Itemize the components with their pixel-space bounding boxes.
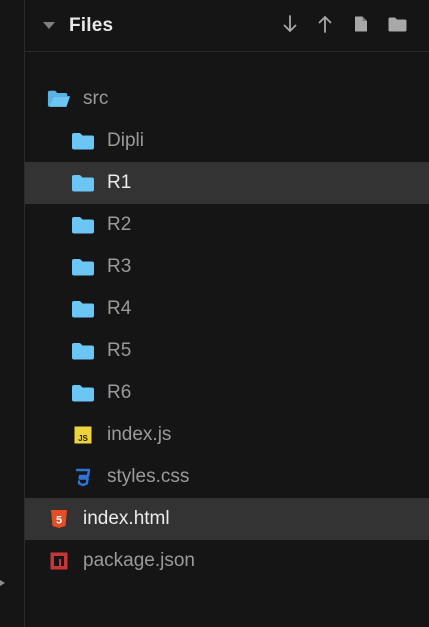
- tree-item-r3[interactable]: R3: [25, 246, 429, 288]
- download-icon: [283, 15, 297, 32]
- file-tree: src Dipli R1 R2 R3 R4 R5 R6 JS index.js …: [25, 78, 429, 582]
- tree-item-label: Dipli: [107, 130, 144, 151]
- folder-icon: [71, 215, 95, 235]
- tree-item-index-html[interactable]: 5 index.html: [25, 498, 429, 540]
- tree-item-r4[interactable]: R4: [25, 288, 429, 330]
- tree-item-dipli[interactable]: Dipli: [25, 120, 429, 162]
- tree-item-r2[interactable]: R2: [25, 204, 429, 246]
- tree-item-label: styles.css: [107, 466, 190, 487]
- tree-item-label: R3: [107, 256, 132, 277]
- folder-icon: [71, 341, 95, 361]
- npm-package-icon: [47, 551, 71, 571]
- activity-rail: [0, 0, 25, 627]
- css-file-icon: [71, 467, 95, 487]
- folder-icon: [71, 383, 95, 403]
- javascript-badge-text: JS: [78, 434, 88, 443]
- tree-item-styles-css[interactable]: styles.css: [25, 456, 429, 498]
- folder-icon: [71, 131, 95, 151]
- tree-item-label: R1: [107, 172, 132, 193]
- tree-item-label: R2: [107, 214, 132, 235]
- tree-item-package-json[interactable]: package.json: [25, 540, 429, 582]
- folder-icon: [71, 173, 95, 193]
- tree-item-label: index.js: [107, 424, 172, 445]
- rail-caret-icon: [0, 580, 5, 586]
- upload-button[interactable]: [314, 12, 336, 36]
- tree-item-label: src: [83, 88, 109, 109]
- html-file-icon: 5: [47, 509, 71, 529]
- tree-item-label: R6: [107, 382, 132, 403]
- folder-open-icon: [47, 89, 71, 109]
- new-file-button[interactable]: [350, 12, 372, 36]
- tree-item-label: R4: [107, 298, 132, 319]
- tree-item-label: index.html: [83, 508, 170, 529]
- javascript-file-icon: JS: [71, 425, 95, 445]
- tree-item-label: package.json: [83, 550, 195, 571]
- collapse-chevron-icon[interactable]: [43, 22, 55, 29]
- panel-title: Files: [69, 15, 114, 36]
- tree-item-index-js[interactable]: JS index.js: [25, 414, 429, 456]
- new-folder-icon: [388, 17, 406, 31]
- tree-item-r6[interactable]: R6: [25, 372, 429, 414]
- tree-item-r5[interactable]: R5: [25, 330, 429, 372]
- new-file-icon: [355, 16, 367, 32]
- download-button[interactable]: [279, 12, 301, 36]
- tree-item-label: R5: [107, 340, 132, 361]
- html-badge-text: 5: [56, 515, 62, 527]
- files-panel: Files src Dipli R1 R2 R3 R4 R5 R6 JS ind…: [25, 0, 429, 627]
- files-panel-header: Files: [25, 0, 429, 52]
- folder-icon: [71, 299, 95, 319]
- new-folder-button[interactable]: [386, 12, 408, 36]
- folder-icon: [71, 257, 95, 277]
- file-explorer-app: Files src Dipli R1 R2 R3 R4 R5 R6 JS ind…: [0, 0, 429, 627]
- tree-item-r1[interactable]: R1: [25, 162, 429, 204]
- tree-item-src[interactable]: src: [25, 78, 429, 120]
- upload-icon: [318, 16, 332, 33]
